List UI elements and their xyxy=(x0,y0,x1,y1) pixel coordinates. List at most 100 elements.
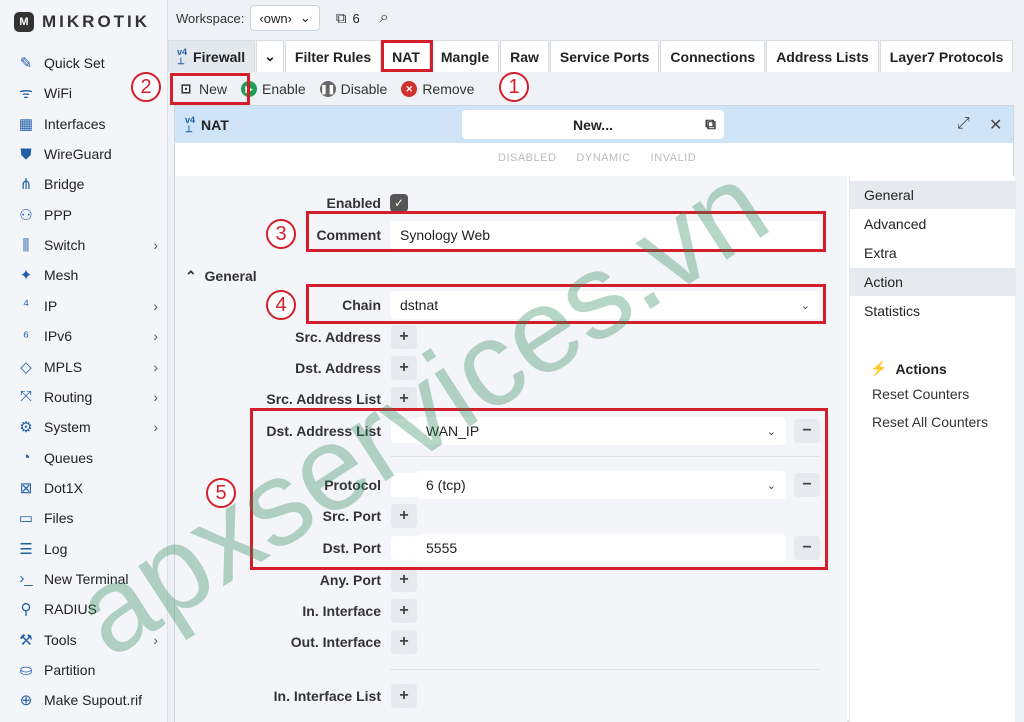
tab-mangle[interactable]: Mangle xyxy=(430,40,500,72)
section-general-header[interactable]: ⌃ General xyxy=(185,268,257,285)
annotation-badge-1: 1 xyxy=(499,72,529,102)
sidebar-item-label: Mesh xyxy=(44,267,79,284)
tab-layer7-protocols[interactable]: Layer7 Protocols xyxy=(879,40,1014,72)
annotation-badge-3: 3 xyxy=(266,219,296,249)
sidebar-item-dot1x[interactable]: ⊠ Dot1X xyxy=(0,473,168,503)
switch-icon: ⫼ xyxy=(22,236,30,254)
dialog-header[interactable]: v4 ⊥ NAT New... ⧉ ⤢ ✕ xyxy=(175,106,1013,143)
annotation-badge-5: 5 xyxy=(206,478,236,508)
add-src-port-button[interactable]: + xyxy=(391,504,417,528)
chevron-down-icon: ⌄ xyxy=(264,48,276,64)
flag-dynamic: DYNAMIC xyxy=(576,152,631,164)
sidebar-item-bridge[interactable]: ⋔ Bridge xyxy=(0,169,168,199)
flag-row: DISABLED DYNAMIC INVALID xyxy=(498,152,696,164)
sidebar-item-mpls[interactable]: ◇ MPLS › xyxy=(0,352,168,382)
sidebar-item-files[interactable]: ▭ Files xyxy=(0,503,168,533)
sidebar-item-label: System xyxy=(44,419,91,436)
add-any-port-button[interactable]: + xyxy=(391,568,417,592)
tab-nat[interactable]: NAT xyxy=(382,40,430,72)
rule-name-field[interactable]: New... ⧉ xyxy=(462,110,724,139)
add-in-interface-list-button[interactable]: + xyxy=(391,684,417,708)
ipv4-icon: ⁴ xyxy=(22,297,30,315)
sidebar-item-ipv6[interactable]: ⁶ IPv6 › xyxy=(0,321,168,351)
dst-address-list-select[interactable]: WAN_IP ⌄ xyxy=(416,417,786,445)
sidebar-item-system[interactable]: ⚙ System › xyxy=(0,412,168,442)
tab-raw[interactable]: Raw xyxy=(500,40,549,72)
enable-button[interactable]: ▶ Enable xyxy=(241,81,306,97)
right-panel: General Advanced Extra Action Statistics… xyxy=(849,176,1016,722)
close-icon: ✕ xyxy=(401,81,418,97)
tab-bar: v4 ⊥ Firewall ⌄ Filter Rules NAT Mangle R… xyxy=(168,40,1014,72)
tab-address-lists[interactable]: Address Lists xyxy=(766,40,879,72)
side-tab-action[interactable]: Action xyxy=(850,268,1016,296)
dst-address-list-negate[interactable] xyxy=(391,419,417,443)
sidebar-item-log[interactable]: ☰ Log xyxy=(0,534,168,564)
sidebar-item-queues[interactable]: ◔ Queues xyxy=(0,443,168,473)
tab-dropdown[interactable]: ⌄ xyxy=(256,40,284,72)
side-tab-advanced[interactable]: Advanced xyxy=(850,210,1016,238)
protocol-select[interactable]: 6 (tcp) ⌄ xyxy=(416,471,786,499)
gear-icon: ⚙ xyxy=(19,419,33,437)
sidebar-item-label: Bridge xyxy=(44,176,85,193)
expand-icon[interactable]: ⤢ xyxy=(957,115,970,133)
sidebar-item-tools[interactable]: ⚒ Tools › xyxy=(0,625,168,655)
sidebar-item-mesh[interactable]: ✦ Mesh xyxy=(0,260,168,290)
remove-protocol-button[interactable]: − xyxy=(794,473,820,497)
remove-dst-address-list-button[interactable]: − xyxy=(794,419,820,443)
dst-port-input[interactable]: 5555 xyxy=(416,534,786,562)
sidebar-item-switch[interactable]: ⫼ Switch › xyxy=(0,230,168,260)
dst-port-label: Dst. Port xyxy=(322,540,381,556)
chain-select[interactable]: dstnat ⌄ xyxy=(390,291,820,319)
new-button[interactable]: ⊡ New xyxy=(178,81,227,97)
tab-service-ports[interactable]: Service Ports xyxy=(549,40,660,72)
partition-icon: ⛀ xyxy=(19,662,33,679)
sidebar-item-wireguard[interactable]: ⛊ WireGuard xyxy=(0,139,168,169)
workspace-select[interactable]: ‹own› ⌄ xyxy=(250,5,320,31)
sidebar-item-make-supout-rif[interactable]: ⊕ Make Supout.rif xyxy=(0,685,168,715)
side-tab-extra[interactable]: Extra xyxy=(850,239,1016,267)
protocol-negate[interactable] xyxy=(391,473,417,497)
rule-name-value: New... xyxy=(573,116,613,133)
windows-icon[interactable]: ⧉ xyxy=(336,10,347,27)
tab-firewall[interactable]: v4 ⊥ Firewall xyxy=(168,40,256,72)
enabled-checkbox[interactable]: ✓ xyxy=(390,194,408,212)
sidebar-item-radius[interactable]: ⚲ RADIUS xyxy=(0,594,168,624)
tab-filter-rules[interactable]: Filter Rules xyxy=(284,40,382,72)
add-src-address-list-button[interactable]: + xyxy=(391,387,417,411)
search-icon[interactable]: ⌕ xyxy=(380,9,389,27)
chevron-right-icon: › xyxy=(153,358,158,375)
sidebar-item-label: Interfaces xyxy=(44,115,106,132)
remove-dst-port-button[interactable]: − xyxy=(794,536,820,560)
sidebar-item-label: Tools xyxy=(44,631,77,648)
reset-counters-link[interactable]: Reset Counters xyxy=(872,386,969,402)
sidebar-item-ip[interactable]: ⁴ IP › xyxy=(0,291,168,321)
dst-address-list-value: WAN_IP xyxy=(426,423,480,439)
play-icon: ▶ xyxy=(241,81,258,97)
add-out-interface-button[interactable]: + xyxy=(391,630,417,654)
comment-input[interactable]: Synology Web xyxy=(390,221,820,249)
close-icon[interactable]: ✕ xyxy=(989,115,1002,135)
sidebar-item-routing[interactable]: ⤧ Routing › xyxy=(0,382,168,412)
side-tab-statistics[interactable]: Statistics xyxy=(850,297,1016,325)
sidebar-item-partition[interactable]: ⛀ Partition xyxy=(0,655,168,685)
add-src-address-button[interactable]: + xyxy=(391,325,417,349)
sidebar-item-new-terminal[interactable]: ›_ New Terminal xyxy=(0,564,168,594)
remove-button[interactable]: ✕ Remove xyxy=(401,81,474,97)
disable-button[interactable]: ❚❚ Disable xyxy=(319,81,387,97)
bridge-icon: ⋔ xyxy=(19,176,33,194)
folder-icon: ▭ xyxy=(18,510,34,528)
dst-port-negate[interactable] xyxy=(391,536,417,560)
sidebar-item-ppp[interactable]: ⚇ PPP xyxy=(0,200,168,230)
add-in-interface-button[interactable]: + xyxy=(391,599,417,623)
copy-icon[interactable]: ⧉ xyxy=(705,116,716,133)
add-dst-address-button[interactable]: + xyxy=(391,356,417,380)
tab-connections[interactable]: Connections xyxy=(660,40,766,72)
sidebar-item-label: RADIUS xyxy=(44,601,97,618)
protocol-value: 6 (tcp) xyxy=(426,477,466,493)
src-address-list-label: Src. Address List xyxy=(266,391,381,407)
dst-port-value: 5555 xyxy=(426,540,458,556)
side-tab-general[interactable]: General xyxy=(850,181,1016,209)
sidebar-item-label: Log xyxy=(44,540,68,557)
sidebar-item-interfaces[interactable]: ▦ Interfaces xyxy=(0,109,168,139)
reset-all-counters-link[interactable]: Reset All Counters xyxy=(872,414,988,430)
